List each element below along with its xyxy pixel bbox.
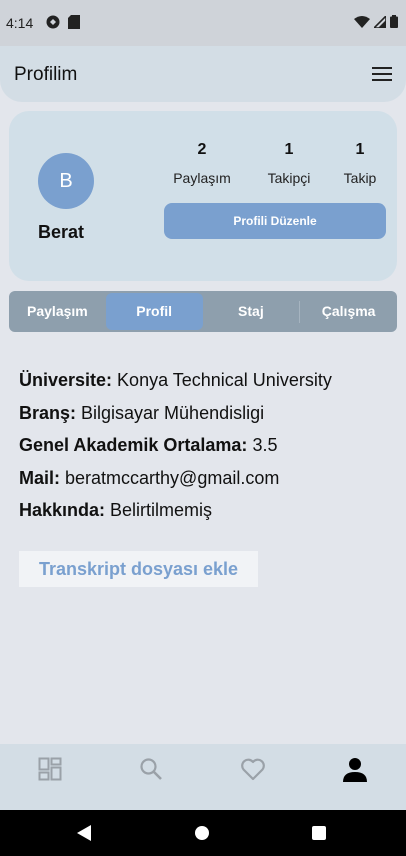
avatar-letter: B bbox=[59, 169, 73, 192]
tab-paylasim[interactable]: Paylaşım bbox=[9, 293, 106, 330]
tab-calisma[interactable]: Çalışma bbox=[300, 293, 397, 330]
recent-apps-icon[interactable] bbox=[312, 826, 326, 840]
wifi-icon bbox=[354, 15, 370, 28]
profile-info: Üniversite: Konya Technical University B… bbox=[19, 364, 332, 527]
status-time: 4:14 bbox=[6, 15, 34, 31]
tab-profil[interactable]: Profil bbox=[105, 293, 203, 330]
nav-dashboard[interactable] bbox=[38, 757, 64, 783]
sim-card-icon bbox=[68, 15, 80, 29]
info-about: Hakkında: Belirtilmemiş bbox=[19, 494, 332, 527]
stat-posts-value: 2 bbox=[197, 141, 207, 158]
info-value: Belirtilmemiş bbox=[105, 500, 213, 520]
system-nav-bar bbox=[0, 810, 406, 856]
bottom-nav bbox=[0, 744, 406, 810]
stat-following[interactable]: 1 Takip bbox=[335, 141, 385, 186]
stat-following-value: 1 bbox=[355, 141, 365, 158]
info-gpa: Genel Akademik Ortalama: 3.5 bbox=[19, 429, 332, 462]
back-icon[interactable] bbox=[77, 825, 91, 841]
info-value: Bilgisayar Mühendisligi bbox=[76, 402, 265, 423]
app-bar: Profilim bbox=[0, 46, 406, 102]
info-key: Hakkında: bbox=[19, 500, 106, 520]
stat-posts[interactable]: 2 Paylaşım bbox=[169, 141, 235, 186]
info-key: Genel Akademik Ortalama: bbox=[19, 435, 248, 455]
sync-icon bbox=[46, 15, 60, 29]
stat-posts-label: Paylaşım bbox=[173, 170, 231, 186]
home-icon[interactable] bbox=[195, 826, 209, 840]
battery-icon bbox=[390, 15, 398, 28]
profile-card: B Berat 2 Paylaşım 1 Takipçi 1 Takip Pro… bbox=[9, 111, 397, 281]
profile-name: Berat bbox=[38, 222, 85, 242]
info-branch: Branş: Bilgisayar Mühendisligi bbox=[19, 397, 332, 430]
info-key: Üniversite: bbox=[19, 370, 113, 390]
info-university: Üniversite: Konya Technical University bbox=[19, 364, 332, 397]
info-key: Mail: bbox=[19, 467, 61, 488]
info-value: Konya Technical University bbox=[112, 370, 332, 390]
info-mail: Mail: beratmccarthy@gmail.com bbox=[19, 462, 332, 495]
person-icon bbox=[343, 758, 367, 782]
edit-profile-button[interactable]: Profili Düzenle bbox=[164, 203, 386, 239]
search-icon bbox=[140, 758, 162, 780]
info-value: 3.5 bbox=[247, 435, 278, 455]
page-title: Profilim bbox=[14, 64, 78, 85]
heart-icon bbox=[241, 758, 265, 781]
stat-following-label: Takip bbox=[343, 170, 377, 186]
avatar[interactable]: B bbox=[38, 153, 94, 209]
signal-icon bbox=[374, 15, 386, 28]
nav-search[interactable] bbox=[139, 757, 165, 783]
stat-followers[interactable]: 1 Takipçi bbox=[259, 141, 319, 186]
nav-profile[interactable] bbox=[342, 757, 368, 783]
dashboard-icon bbox=[38, 757, 62, 781]
tab-staj[interactable]: Staj bbox=[203, 293, 300, 330]
stat-followers-value: 1 bbox=[284, 141, 294, 158]
nav-favorites[interactable] bbox=[240, 757, 266, 783]
status-bar: 4:14 bbox=[0, 0, 406, 46]
info-key: Branş: bbox=[19, 402, 77, 423]
hamburger-menu-icon[interactable] bbox=[372, 67, 392, 83]
stat-followers-label: Takipçi bbox=[267, 170, 311, 186]
add-transcript-button[interactable]: Transkript dosyası ekle bbox=[19, 551, 258, 587]
info-value: beratmccarthy@gmail.com bbox=[60, 467, 280, 488]
profile-tabs: Paylaşım Profil Staj Çalışma bbox=[9, 291, 397, 332]
